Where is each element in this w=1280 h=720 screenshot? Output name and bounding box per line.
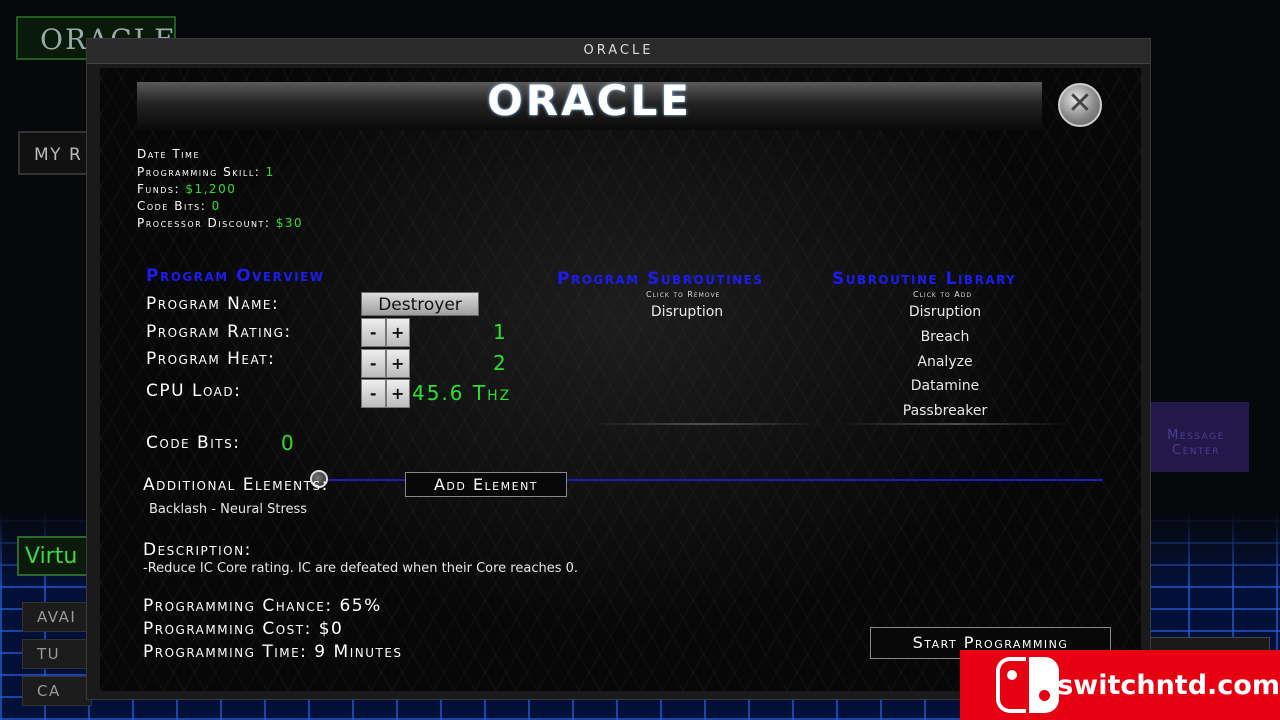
- code-bits-slider-value: 0: [281, 431, 294, 455]
- library-item-analyze[interactable]: Analyze: [895, 354, 995, 370]
- close-button[interactable]: ✕: [1058, 83, 1102, 127]
- header-bar: ORACLE: [137, 76, 1042, 130]
- program-rating-value: 1: [493, 320, 506, 344]
- background-side-button-2: TU: [22, 639, 92, 669]
- program-name-input[interactable]: Destroyer: [361, 292, 479, 316]
- library-item-breach[interactable]: Breach: [895, 329, 995, 345]
- subroutines-divider: [590, 423, 820, 425]
- program-subroutines-title: Program Subroutines: [557, 269, 764, 289]
- program-heat-stepper: - +: [361, 349, 410, 378]
- code-bits-stat: Code Bits: 0: [137, 199, 221, 213]
- add-element-button[interactable]: Add Element: [405, 472, 567, 497]
- date-time-label: Date Time: [137, 147, 200, 161]
- background-message-center: Message Center: [1143, 402, 1249, 472]
- program-rating-plus-button[interactable]: +: [385, 318, 410, 347]
- switch-logo-icon: [996, 657, 1059, 713]
- cpu-load-minus-button[interactable]: -: [361, 379, 386, 408]
- funds-value: $1,200: [185, 182, 237, 196]
- oracle-window: ORACLE ORACLE ✕ Date Time Programming Sk…: [86, 38, 1151, 700]
- code-bits-value: 0: [211, 199, 221, 213]
- code-bits-label: Code Bits:: [137, 199, 212, 213]
- programming-chance: Programming Chance: 65%: [143, 596, 382, 616]
- program-overview-title: Program Overview: [146, 266, 325, 286]
- processor-discount-stat: Processor Discount: $30: [137, 216, 303, 230]
- library-hint: Click to Add: [913, 290, 973, 299]
- code-bits-slider-label: Code Bits:: [146, 433, 241, 453]
- background-side-button-3: CA: [22, 676, 92, 706]
- program-rating-stepper: - +: [361, 318, 410, 347]
- additional-elements-label: Additional Elements:: [143, 475, 329, 495]
- cpu-load-stepper: - +: [361, 379, 410, 408]
- library-item-passbreaker[interactable]: Passbreaker: [895, 403, 995, 419]
- program-heat-value: 2: [493, 351, 506, 375]
- subroutines-hint: Click to Remove: [646, 290, 721, 299]
- page-title: ORACLE: [487, 76, 692, 125]
- funds-stat: Funds: $1,200: [137, 182, 236, 196]
- program-rating-label: Program Rating:: [146, 322, 292, 342]
- programming-skill-stat: Programming Skill: 1: [137, 165, 275, 179]
- program-heat-plus-button[interactable]: +: [385, 349, 410, 378]
- program-name-label: Program Name:: [146, 294, 280, 314]
- cpu-load-value: 45.6 Thz: [412, 381, 512, 405]
- cpu-load-plus-button[interactable]: +: [385, 379, 410, 408]
- library-item-disruption[interactable]: Disruption: [895, 304, 995, 320]
- programming-skill-label: Programming Skill:: [137, 165, 266, 179]
- library-divider: [840, 423, 1070, 425]
- subroutine-item-disruption[interactable]: Disruption: [637, 304, 737, 320]
- processor-discount-label: Processor Discount:: [137, 216, 276, 230]
- programming-time: Programming Time: 9 Minutes: [143, 642, 403, 662]
- watermark-text: switchntd.com: [1057, 669, 1280, 701]
- description-label: Description:: [143, 540, 252, 560]
- library-item-datamine[interactable]: Datamine: [895, 378, 995, 394]
- background-side-button-1: AVAI: [22, 602, 92, 632]
- close-icon: ✕: [1067, 86, 1093, 121]
- element-item: Backlash - Neural Stress: [149, 502, 308, 517]
- programming-cost: Programming Cost: $0: [143, 619, 344, 639]
- program-heat-label: Program Heat:: [146, 349, 276, 369]
- programming-skill-value: 1: [265, 165, 275, 179]
- description-text: -Reduce IC Core rating. IC are defeated …: [143, 561, 579, 576]
- background-virtual-tab: Virtu: [17, 536, 97, 576]
- cpu-load-label: CPU Load:: [146, 381, 242, 401]
- oracle-panel: ORACLE ✕ Date Time Programming Skill: 1 …: [100, 68, 1141, 691]
- program-rating-minus-button[interactable]: -: [361, 318, 386, 347]
- processor-discount-value: $30: [275, 216, 304, 230]
- subroutine-library-title: Subroutine Library: [832, 269, 1017, 289]
- window-titlebar: ORACLE: [87, 39, 1150, 64]
- program-heat-minus-button[interactable]: -: [361, 349, 386, 378]
- funds-label: Funds:: [137, 182, 186, 196]
- watermark-badge: switchntd.com: [960, 650, 1280, 720]
